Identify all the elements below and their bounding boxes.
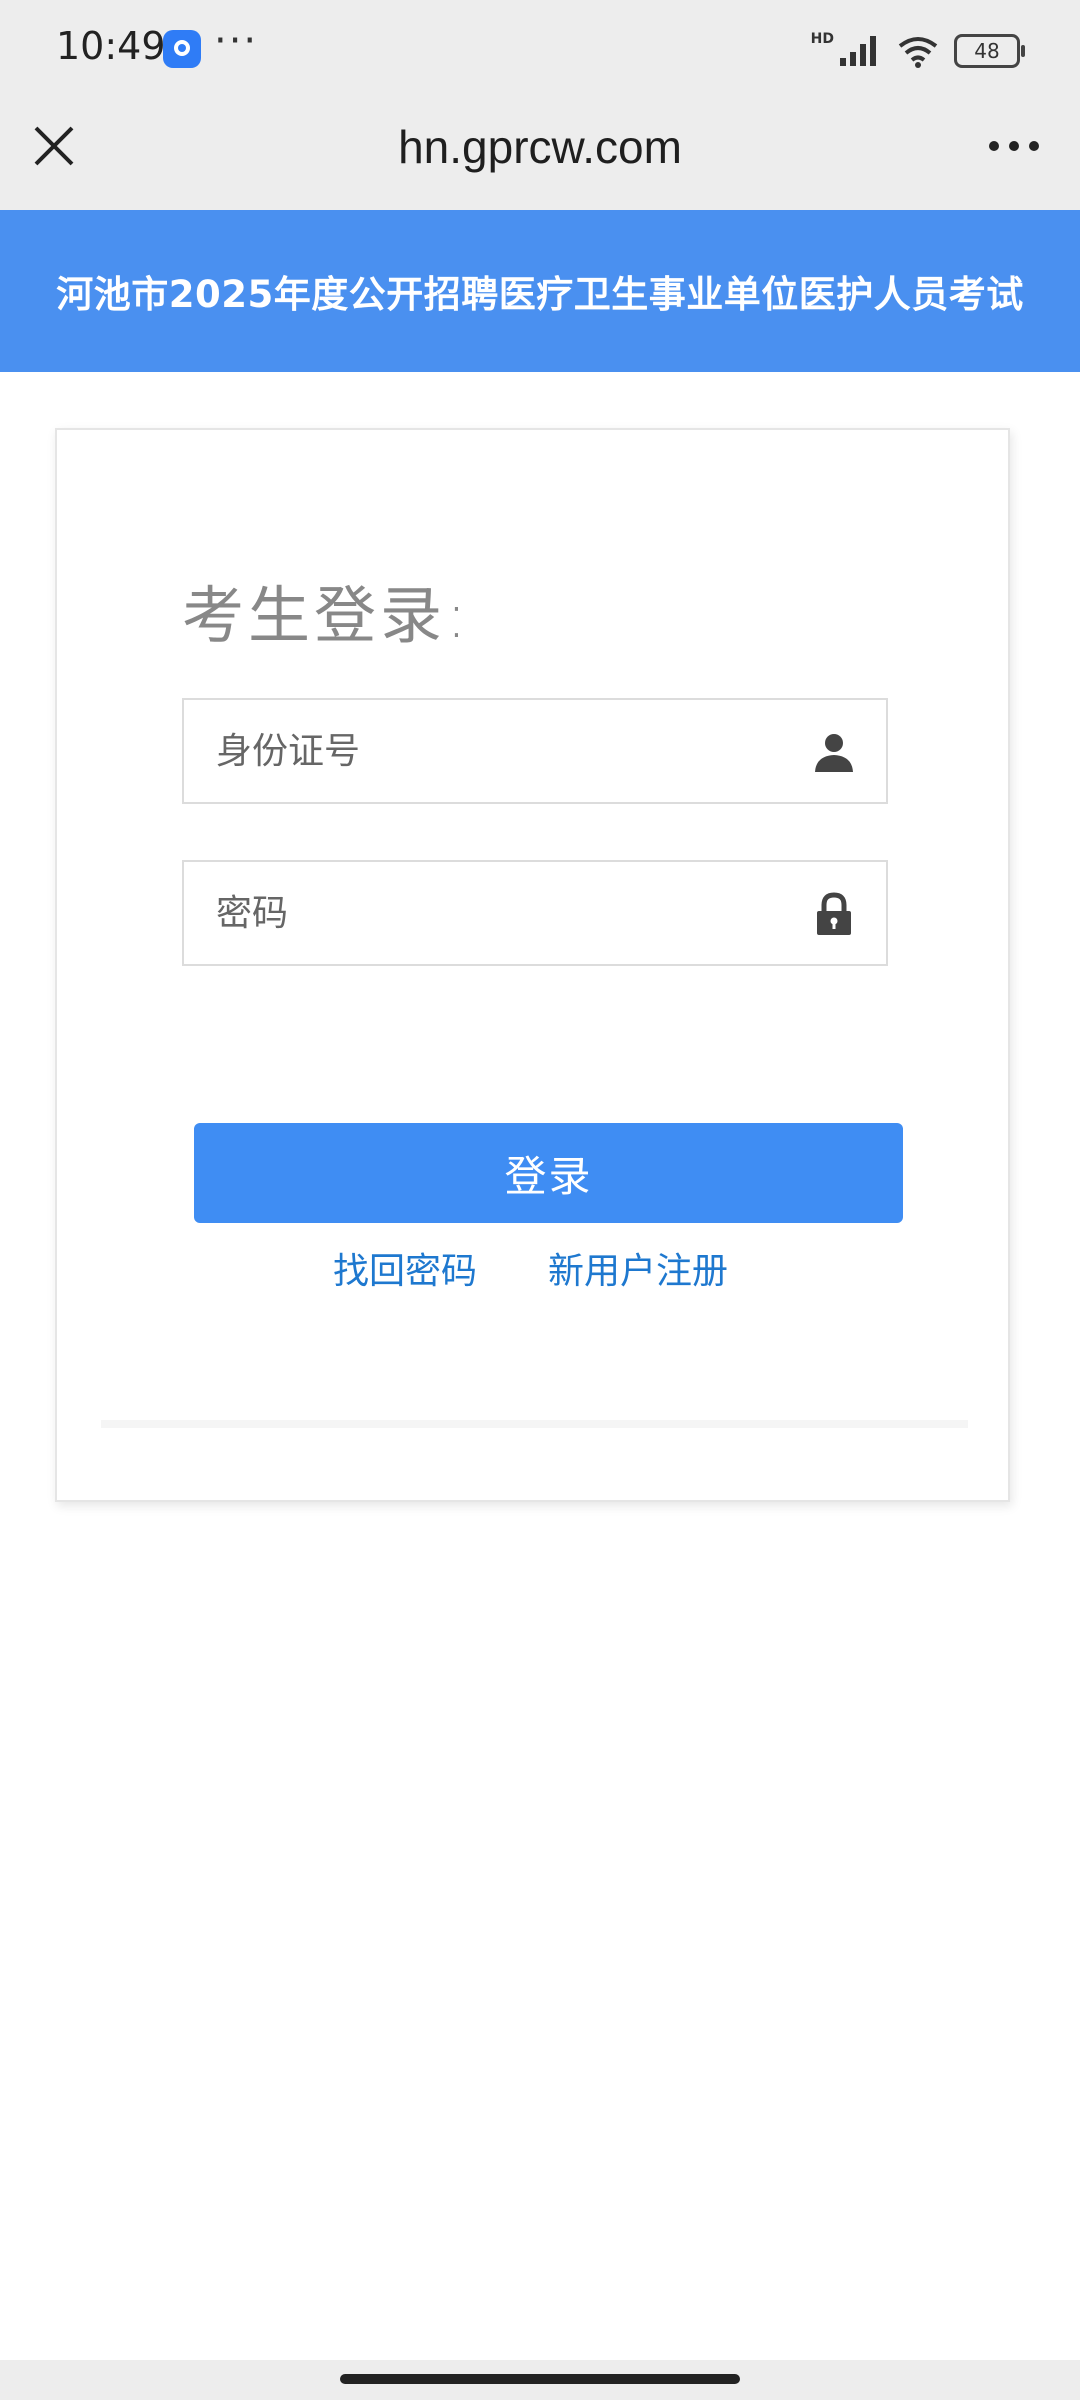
status-bar: 10:49 ··· HD 48	[0, 0, 1080, 100]
forgot-password-link[interactable]: 找回密码	[333, 1242, 477, 1294]
id-number-input[interactable]	[184, 700, 886, 802]
lock-icon	[812, 892, 856, 936]
network-type-label: HD	[810, 31, 834, 47]
battery-icon: 48	[954, 34, 1025, 68]
wifi-icon	[898, 37, 938, 68]
status-more-dots: ···	[214, 18, 259, 64]
user-icon	[812, 730, 856, 774]
browser-title-bar: hn.gprcw.com	[0, 100, 1080, 210]
exam-title: 河池市2025年度公开招聘医疗卫生事业单位医护人员考试	[56, 273, 1024, 316]
header-banner: 河池市2025年度公开招聘医疗卫生事业单位医护人员考试	[0, 210, 1080, 372]
more-icon[interactable]	[984, 126, 1044, 166]
register-link[interactable]: 新用户注册	[548, 1242, 728, 1294]
login-button[interactable]: 登录	[194, 1123, 903, 1223]
password-field[interactable]	[182, 860, 888, 966]
status-icons: HD 48	[810, 30, 1025, 72]
status-time: 10:49	[56, 24, 166, 68]
card-divider	[101, 1420, 968, 1428]
home-indicator[interactable]	[340, 2374, 740, 2384]
login-card: 考生登录: 登录 找回密码 新用户注册	[55, 428, 1010, 1502]
signal-icon	[840, 36, 876, 66]
battery-level: 48	[974, 39, 1000, 63]
page-domain-title: hn.gprcw.com	[398, 121, 682, 173]
account-links: 找回密码 新用户注册	[57, 1242, 1008, 1302]
login-heading: 考生登录:	[182, 579, 471, 652]
system-nav-bar	[0, 2360, 1080, 2400]
qq-browser-app-icon	[163, 30, 201, 68]
id-number-field[interactable]	[182, 698, 888, 804]
password-input[interactable]	[184, 862, 886, 964]
